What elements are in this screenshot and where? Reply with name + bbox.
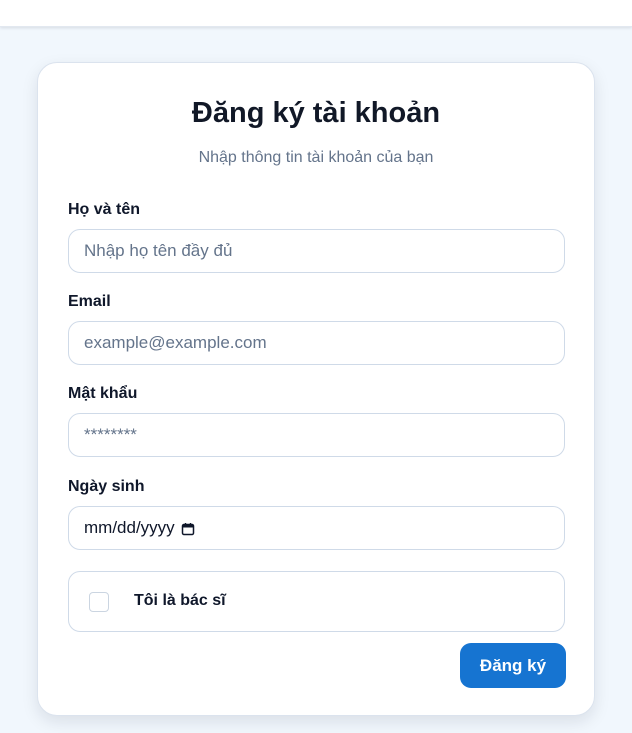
doctor-checkbox-label[interactable]: Tôi là bác sĩ bbox=[134, 592, 226, 610]
email-input[interactable] bbox=[68, 321, 565, 365]
registration-card: Đăng ký tài khoản Nhập thông tin tài kho… bbox=[37, 62, 595, 716]
page-subtitle: Nhập thông tin tài khoản của bạn bbox=[198, 149, 434, 166]
top-bar bbox=[0, 0, 632, 27]
full-name-label: Họ và tên bbox=[68, 201, 141, 218]
register-button[interactable]: Đăng ký bbox=[460, 643, 566, 688]
birthdate-label: Ngày sinh bbox=[68, 478, 145, 495]
doctor-checkbox[interactable] bbox=[89, 592, 109, 612]
full-name-input[interactable] bbox=[68, 229, 565, 273]
calendar-icon[interactable] bbox=[181, 521, 195, 536]
birthdate-input[interactable]: mm/dd/yyyy bbox=[68, 506, 565, 550]
email-label: Email bbox=[68, 293, 111, 310]
password-label: Mật khẩu bbox=[68, 385, 138, 402]
password-input[interactable] bbox=[68, 413, 565, 457]
birthdate-placeholder: mm/dd/yyyy bbox=[84, 518, 175, 537]
page-title: Đăng ký tài khoản bbox=[191, 97, 441, 129]
doctor-checkbox-group: Tôi là bác sĩ bbox=[68, 571, 565, 632]
